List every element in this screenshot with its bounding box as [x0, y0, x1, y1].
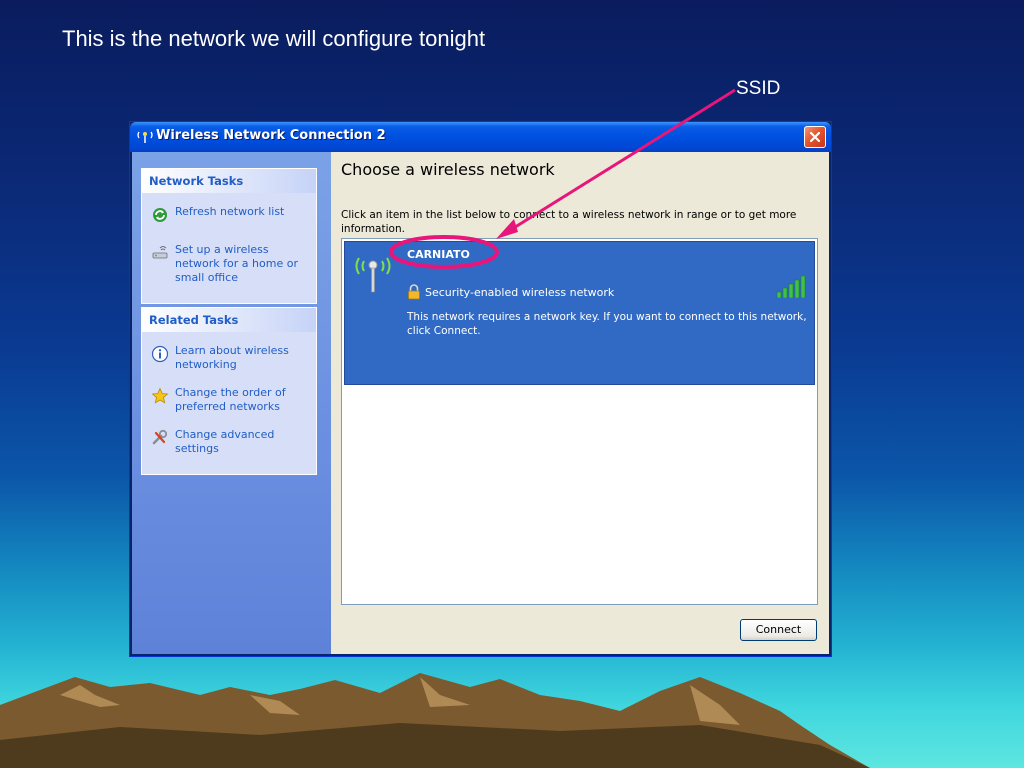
network-list[interactable]: CARNIATO Security-enabled wireless netwo…: [341, 238, 818, 605]
change-advanced-settings-label: Change advanced settings: [175, 428, 275, 455]
close-icon: [809, 131, 821, 143]
network-tasks-header[interactable]: Network Tasks: [142, 169, 316, 193]
tools-icon: [152, 429, 168, 445]
task-sidebar: Network Tasks Refresh network list Set u…: [132, 152, 331, 654]
lock-icon: [408, 284, 420, 300]
learn-wireless-networking-label: Learn about wireless networking: [175, 344, 289, 371]
connect-button[interactable]: Connect: [740, 619, 817, 641]
change-network-order-link[interactable]: Change the order of preferred networks: [142, 386, 316, 414]
callout-arrow: [496, 88, 736, 239]
mountain-landscape: [0, 673, 870, 768]
learn-wireless-networking-link[interactable]: Learn about wireless networking: [142, 344, 316, 372]
window-title: Wireless Network Connection 2: [156, 128, 386, 143]
setup-network-icon: [152, 246, 168, 259]
refresh-icon: [153, 208, 167, 222]
slide-title: This is the network we will configure to…: [62, 26, 486, 51]
refresh-network-list-link[interactable]: Refresh network list: [142, 205, 316, 223]
network-tasks-panel: Network Tasks Refresh network list Set u…: [141, 168, 317, 304]
refresh-network-list-label: Refresh network list: [175, 205, 285, 218]
close-button[interactable]: [804, 126, 826, 148]
network-security-text: Security-enabled wireless network: [425, 286, 615, 299]
change-advanced-settings-link[interactable]: Change advanced settings: [142, 428, 316, 456]
wireless-icon: [137, 131, 153, 143]
signal-strength-icon: [776, 276, 806, 298]
star-icon: [151, 387, 169, 404]
network-description: This network requires a network key. If …: [407, 311, 807, 337]
setup-wireless-network-label: Set up a wireless network for a home or …: [175, 243, 298, 284]
related-tasks-header[interactable]: Related Tasks: [142, 308, 316, 332]
setup-wireless-network-link[interactable]: Set up a wireless network for a home or …: [142, 243, 316, 285]
info-icon: [151, 345, 169, 363]
ssid-callout-label: SSID: [736, 78, 781, 99]
related-tasks-panel: Related Tasks Learn about wireless netwo…: [141, 307, 317, 475]
change-network-order-label: Change the order of preferred networks: [175, 386, 286, 413]
